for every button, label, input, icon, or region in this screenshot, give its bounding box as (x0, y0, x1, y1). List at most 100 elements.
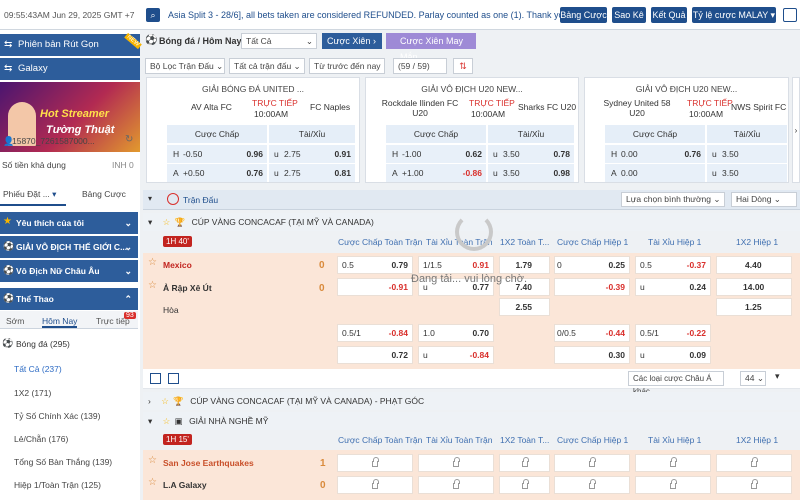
more-bets-select[interactable]: Các loại cược Châu Á khác ⌄ (628, 371, 724, 396)
odds-cell[interactable]: 0 0.25 (554, 256, 630, 274)
odds-cell[interactable]: 0.5/1 -0.22 (635, 324, 711, 342)
card-odds-cell[interactable]: H 0.00 0.76 (605, 145, 705, 163)
all-matches-select[interactable]: Tất cả trận đấu ⌄ (229, 58, 305, 74)
market-ht-ft[interactable]: Hiệp 1/Toàn Trận (125) (14, 480, 101, 490)
lite-version-button[interactable]: Phiên bản Rút Gọn (0, 34, 140, 56)
card-line: 2.75 (284, 168, 301, 178)
sport-soccer[interactable]: Bóng đá (295) (16, 339, 70, 349)
statement-button[interactable]: Sao Kê (612, 7, 646, 23)
chevron-right-icon[interactable]: › (792, 77, 800, 183)
sort-icon[interactable]: ⇅ (453, 58, 473, 74)
card-odds-cell[interactable]: u 2.75 0.81 (269, 164, 355, 182)
market-odd-even[interactable]: Lẻ/Chẵn (176) (14, 434, 68, 444)
rows-mode-select[interactable]: Hai Dòng ⌄ (731, 192, 797, 207)
lite-version-label: Phiên bản Rút Gọn (18, 39, 99, 50)
odds-cell[interactable]: 14.00 (716, 278, 792, 296)
card-odds-cell[interactable]: A +1.00 -0.86 (386, 164, 486, 182)
market-all[interactable]: Tất Cả (237) (14, 364, 62, 374)
search-icon[interactable]: ⌕ (146, 8, 160, 22)
odds-cell[interactable]: u 0.09 (635, 346, 711, 364)
odds-cell[interactable]: 1.25 (716, 298, 792, 316)
stats-icon[interactable] (150, 373, 161, 384)
card-odds-cell[interactable]: A +0.50 0.76 (167, 164, 267, 182)
featured-match-card[interactable]: GIẢI BÓNG ĐÁ UNITED ... AV Alta FC TRỰC … (146, 77, 360, 183)
odds-price: -0.91 (388, 282, 408, 292)
filter-select[interactable]: Tất Cả ⌄ (241, 33, 317, 49)
section-favorites[interactable]: Yêu thích của tôi ⌄ (0, 212, 138, 234)
odds-cell[interactable]: 1.79 (499, 256, 550, 274)
star-icon[interactable]: ☆ (148, 477, 157, 488)
featured-match-card[interactable]: GIẢI VÔ ĐỊCH U20 NEW... Rockdale Ilinden… (365, 77, 579, 183)
card-odds-cell[interactable]: u 3.50 (707, 145, 787, 163)
collapse-icon[interactable]: ▾ (148, 194, 152, 203)
odds-cell[interactable]: 0.5 0.79 (337, 256, 413, 274)
league-header[interactable]: › ☆ 🏆 CÚP VÀNG CONCACAF (TẠI MỸ VÀ CANAD… (143, 392, 800, 410)
odds-line: 1.0 (423, 328, 435, 338)
card-odds-cell[interactable]: u 3.50 (707, 164, 787, 182)
tab-today[interactable]: Hôm Nay (42, 316, 78, 328)
match-filter-select[interactable]: Bộ Lọc Trận Đấu ⌄ (145, 58, 225, 74)
section-sports[interactable]: Thể Thao ⌃ (0, 288, 138, 310)
league-count[interactable]: (59 / 59) Giải (393, 58, 447, 85)
results-button[interactable]: Kết Quả (651, 7, 687, 23)
chart-icon[interactable] (168, 373, 179, 384)
locked-odds-cell (716, 454, 792, 472)
section-women-euro[interactable]: Vô Địch Nữ Châu Âu ⌄ (0, 260, 138, 282)
odds-cell[interactable]: u 0.24 (635, 278, 711, 296)
odds-cell[interactable]: 4.40 (716, 256, 792, 274)
star-icon[interactable]: ☆ (161, 396, 169, 406)
tab-early[interactable]: Sớm (6, 316, 24, 326)
odds-cell[interactable]: 0.72 (337, 346, 413, 364)
odds-cell[interactable]: 0/0.5 -0.44 (554, 324, 630, 342)
star-icon[interactable]: ☆ (148, 280, 157, 291)
star-icon[interactable]: ☆ (148, 455, 157, 466)
card-odds-cell[interactable]: u 3.50 0.98 (488, 164, 574, 182)
market-correct-score[interactable]: Tỷ Số Chính Xác (139) (14, 411, 100, 421)
section-world-cup[interactable]: GIẢI VÔ ĐỊCH THẾ GIỚI C... ⌄ (0, 236, 138, 258)
galaxy-button[interactable]: Galaxy (0, 58, 140, 80)
odds-cell[interactable]: -0.39 (554, 278, 630, 296)
refresh-icon[interactable]: ↻ (125, 134, 133, 145)
featured-match-card[interactable]: GIẢI VÔ ĐỊCH U20 NEW... Sydney United 58… (584, 77, 789, 183)
all-matches-label: Tất cả trận đấu (234, 61, 292, 71)
parlay-button[interactable]: Cược Xiên › (322, 33, 382, 49)
trophy-icon: 🏆 (174, 217, 186, 227)
odds-cell[interactable]: 1/1.5 0.91 (418, 256, 494, 274)
expand-icon[interactable]: ▾ (775, 371, 780, 382)
odds-cell[interactable]: 2.55 (499, 298, 550, 316)
tab-bet-slip[interactable]: Phiếu Đặt ... ▾ (0, 186, 66, 206)
star-icon[interactable]: ☆ (163, 217, 171, 227)
odds-line: 0.5 (640, 260, 652, 270)
market-total-goals[interactable]: Tổng Số Bàn Thắng (139) (14, 457, 112, 467)
bet-list-button[interactable]: Bảng Cược (560, 7, 607, 23)
card-ou-header: Tài/Xỉu (488, 125, 574, 143)
odds-price: 0.79 (391, 260, 408, 270)
time-select[interactable]: Từ trước đến nay ⌄ (309, 58, 385, 85)
card-odds-cell[interactable]: u 2.75 0.91 (269, 145, 355, 163)
odds-cell[interactable]: 1.0 0.70 (418, 324, 494, 342)
card-odds-cell[interactable]: H -1.00 0.62 (386, 145, 486, 163)
user-icon[interactable] (783, 8, 797, 22)
card-side: H (392, 149, 399, 159)
section-women-euro-label: Vô Địch Nữ Châu Âu (16, 266, 100, 276)
bet-count-select[interactable]: 44 ⌄ (740, 371, 766, 386)
odds-cell[interactable]: u -0.84 (418, 346, 494, 364)
chevron-down-icon: ▾ (148, 217, 153, 227)
odds-cell[interactable]: 0.30 (554, 346, 630, 364)
odds-price: 14.00 (743, 282, 765, 292)
card-odds-cell[interactable]: A 0.00 (605, 164, 705, 182)
card-odds-cell[interactable]: H -0.50 0.96 (167, 145, 267, 163)
star-icon[interactable]: ☆ (148, 257, 157, 268)
locked-odds-cell (554, 476, 630, 494)
market-1x2[interactable]: 1X2 (171) (14, 388, 51, 398)
odds-cell[interactable]: 0.5 -0.37 (635, 256, 711, 274)
odds-type-select[interactable]: Tỷ lệ cược MALAY ▾ (692, 7, 776, 23)
tab-bet-list[interactable]: Bảng Cược (82, 186, 126, 202)
star-icon[interactable]: ☆ (163, 416, 171, 426)
lucky-parlay-button[interactable]: Cược Xiên May Mắn (386, 33, 476, 62)
odds-cell[interactable]: 0.5/1 -0.84 (337, 324, 413, 342)
league-header[interactable]: ▾ ☆ ▣ GIẢI NHÀ NGHỀ MỸ (143, 412, 800, 430)
sort-select[interactable]: Lựa chọn bình thường ⌄ (621, 192, 725, 207)
card-odds-cell[interactable]: u 3.50 0.78 (488, 145, 574, 163)
odds-cell[interactable]: -0.91 (337, 278, 413, 296)
